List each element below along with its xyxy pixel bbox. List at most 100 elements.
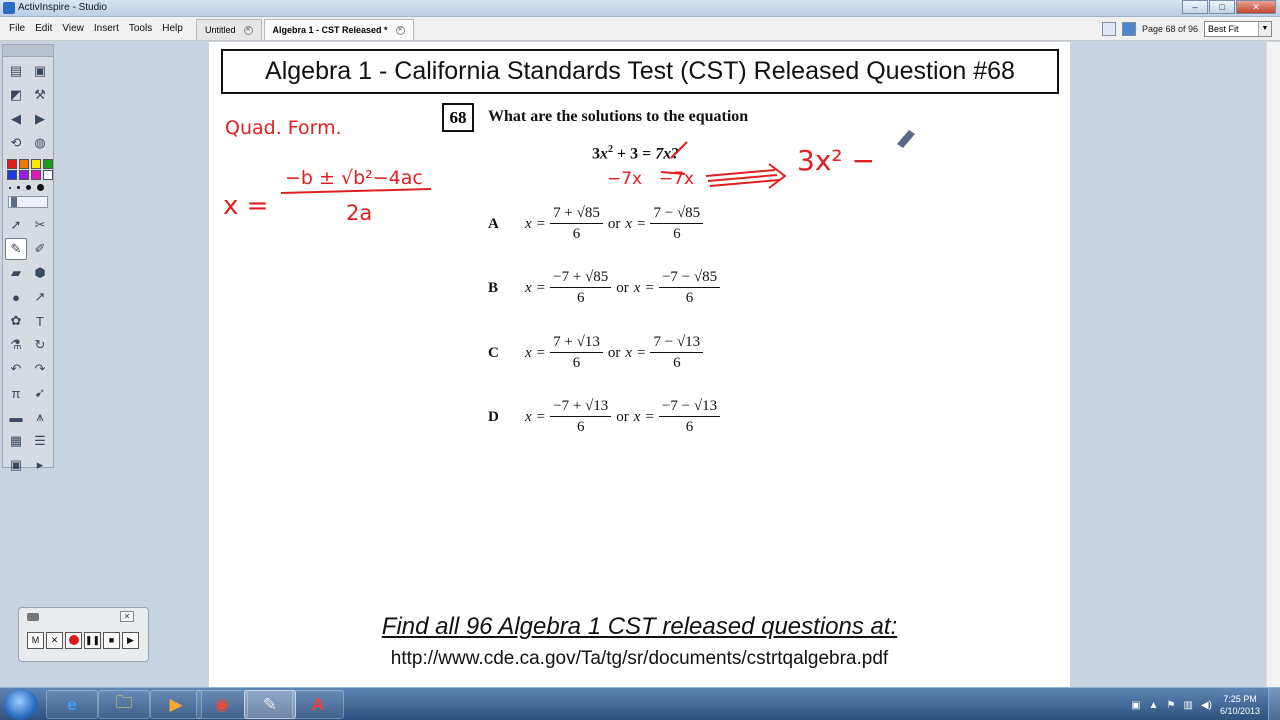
tab-label: Algebra 1 - CST Released * [272,25,388,35]
reset-icon[interactable]: ⟲ [5,132,27,154]
sound-recorder: ✕ M ✕ ❚❚ ■ ▶ [18,607,149,662]
ruler-icon[interactable]: ▬ [5,406,27,428]
tab-untitled[interactable]: Untitled ✕ [196,19,262,40]
taskbar-file-explorer[interactable]: 🗀 [98,690,150,719]
more-tools-icon[interactable]: ▸ [29,454,51,476]
magic-ink-icon[interactable]: ✂ [29,214,51,236]
redo-icon[interactable]: ↷ [29,358,51,380]
next-page-icon[interactable]: ▶ [29,108,51,130]
select-icon[interactable]: ➚ [5,214,27,236]
refresh-icon[interactable]: ↻ [29,334,51,356]
network-icon[interactable]: ▥ [1183,700,1192,711]
var-x: x [633,279,641,296]
clock[interactable]: 7:25 PM 6/10/2013 [1220,693,1260,717]
flipchart-page[interactable]: Algebra 1 - California Standards Test (C… [209,42,1070,692]
eraser-icon[interactable]: ▰ [5,262,27,284]
connector-icon[interactable]: ↗ [29,286,51,308]
annotation-fraction-bar [280,188,432,194]
swatch-orange[interactable] [19,159,29,169]
flag-icon[interactable]: ⚑ [1167,700,1176,711]
web-browser-icon[interactable]: ◍ [29,132,51,154]
show-desktop-button[interactable] [1268,688,1280,720]
play-button[interactable]: ▶ [122,632,139,649]
annotation-minus-7x-left: −7x [607,169,642,189]
pen-width-1[interactable] [9,186,11,189]
swatch-purple[interactable] [19,170,29,180]
tab-close-icon[interactable]: ✕ [243,25,253,35]
tab-algebra-cst[interactable]: Algebra 1 - CST Released * ✕ [263,19,414,40]
taskbar-chrome[interactable]: ◉ [196,690,248,719]
toolbox-drag-handle[interactable] [3,45,53,57]
taskbar-activinspire[interactable]: ✎ [244,690,296,719]
highlighter-icon[interactable]: ✐ [29,238,51,260]
pointer-icon[interactable]: ➹ [29,382,51,404]
swatch-blue[interactable] [7,170,17,180]
recorder-cancel-button[interactable]: ✕ [46,632,63,649]
desktop-annotate-icon[interactable]: ◩ [5,84,27,106]
equals-sign: = [536,279,546,296]
maximize-button[interactable]: □ [1209,0,1235,14]
tab-close-icon[interactable]: ✕ [395,25,405,35]
pen-width-4[interactable] [37,184,44,191]
text-icon[interactable]: T [29,310,51,332]
show-hidden-icons[interactable]: ▲ [1149,700,1159,711]
menu-help[interactable]: Help [157,18,188,40]
chevron-down-icon[interactable]: ▼ [1258,22,1271,36]
menu-edit[interactable]: Edit [30,18,57,40]
var-x: x [625,215,633,232]
fraction-first: −7 + √13 6 [550,397,612,437]
annotation-minus-7x-right: −7x [659,169,694,189]
tray-app-icon[interactable]: ▣ [1131,700,1140,711]
calculator-icon[interactable]: ▦ [5,430,27,452]
equation-icon[interactable]: π [5,382,27,404]
page-thumbnail-icon[interactable] [1121,22,1136,36]
pen-width-slider[interactable] [8,196,48,208]
slider-knob[interactable] [11,197,17,207]
recorder-menu-button[interactable]: M [27,632,44,649]
taskbar-adobe-reader[interactable]: A [292,690,344,719]
swatch-yellow[interactable] [31,159,41,169]
menu-insert[interactable]: Insert [89,18,124,40]
swatch-white[interactable] [43,170,53,180]
clear-icon[interactable]: ▣ [5,454,27,476]
menu-view[interactable]: View [57,18,89,40]
shape-icon[interactable]: ● [5,286,27,308]
menu-file[interactable]: File [4,18,30,40]
stamp-icon[interactable]: ✿ [5,310,27,332]
annotation-formula-denominator: 2a [346,201,372,225]
swatch-magenta[interactable] [31,170,41,180]
previous-page-icon[interactable]: ◀ [5,108,27,130]
close-button[interactable]: ✕ [1236,0,1276,14]
start-button[interactable] [4,689,38,720]
annotation-formula-x: x = [223,191,268,221]
taskbar-media-player[interactable]: ▶ [150,690,202,719]
pen-width-3[interactable] [26,185,31,190]
flipchart-browser-icon[interactable]: ▣ [29,60,51,82]
taskbar-internet-explorer[interactable]: e [46,690,98,719]
volume-icon[interactable]: ◀) [1201,700,1212,711]
revealer-icon[interactable]: ⚗ [5,334,27,356]
recorder-close-button[interactable]: ✕ [120,611,134,622]
undo-icon[interactable]: ↶ [5,358,27,380]
stop-button[interactable]: ■ [103,632,120,649]
vertical-scrollbar[interactable] [1266,42,1280,687]
pen-icon[interactable]: ✎ [5,238,27,260]
var-x: x [525,344,532,361]
record-button[interactable] [65,632,82,649]
pause-button[interactable]: ❚❚ [84,632,101,649]
page-browser-icon[interactable] [1101,22,1116,36]
resource-url[interactable]: http://www.cde.ca.gov/Ta/tg/sr/documents… [209,648,1070,670]
zoom-select[interactable]: Best Fit ▼ [1204,21,1272,37]
numerator: −7 + √13 [550,397,612,417]
screen-shade-icon[interactable]: ☰ [29,430,51,452]
fill-icon[interactable]: ⬢ [29,262,51,284]
swatch-green[interactable] [43,159,53,169]
minimize-button[interactable]: – [1182,0,1208,14]
main-menu-icon[interactable]: ▤ [5,60,27,82]
compass-icon[interactable]: ⩚ [29,406,51,428]
pen-width-2[interactable] [17,186,20,189]
choice-expression: x = 7 + √85 6 or x = 7 − √85 6 [525,202,704,246]
tools-icon[interactable]: ⚒ [29,84,51,106]
menu-tools[interactable]: Tools [124,18,157,40]
swatch-red[interactable] [7,159,17,169]
